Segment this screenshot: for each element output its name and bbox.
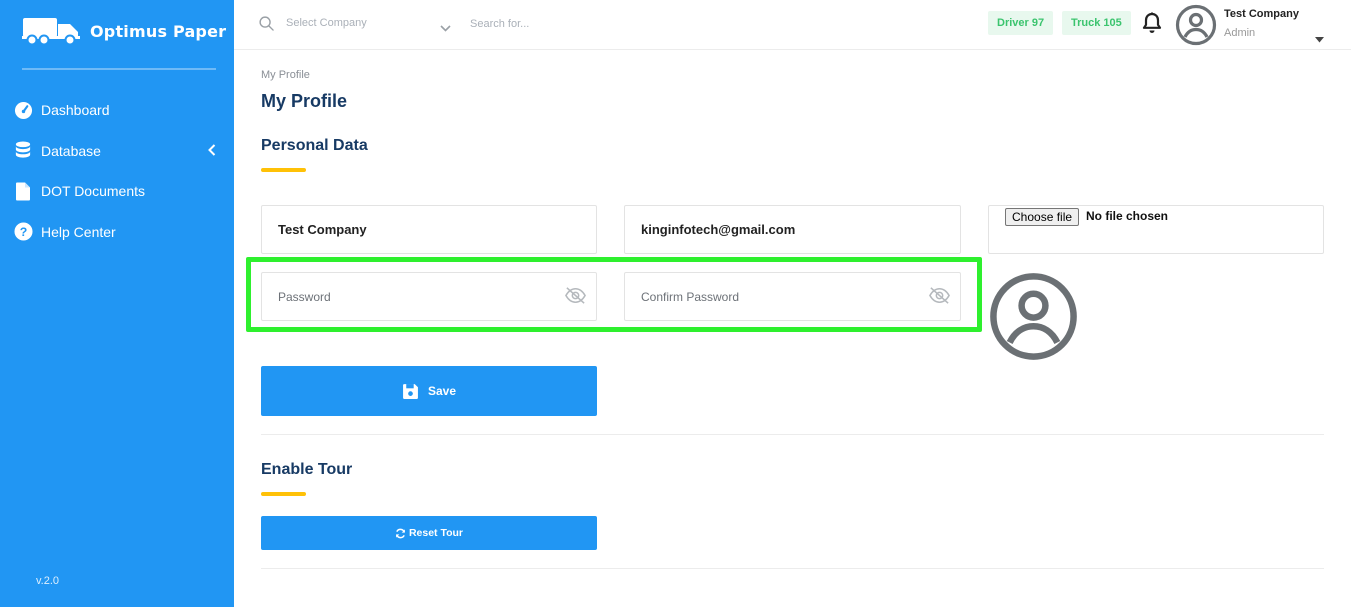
save-button-label: Save	[427, 384, 457, 398]
email-value: kinginfotech@gmail.com	[641, 222, 796, 237]
sidebar-item-database[interactable]: Database	[0, 131, 234, 172]
section-divider	[261, 568, 1324, 569]
eye-slash-icon[interactable]	[564, 286, 587, 307]
reset-tour-button[interactable]: Reset Tour	[261, 516, 597, 550]
sidebar-item-label: DOT Documents	[41, 183, 145, 200]
section-underline	[261, 492, 306, 496]
sidebar-nav: Dashboard Database DOT Documents ? Help …	[0, 90, 234, 252]
company-name-value: Test Company	[278, 222, 367, 237]
topbar: Select Company Driver 97 Truck 105 Test …	[234, 0, 1351, 50]
gauge-icon	[13, 100, 33, 120]
file-status: No file chosen	[1086, 209, 1169, 223]
app-name: Optimus Paper	[90, 21, 227, 41]
company-name-field[interactable]: Test Company	[261, 205, 597, 254]
company-select[interactable]: Select Company	[286, 17, 451, 29]
app-logo[interactable]: Optimus Paper	[22, 16, 226, 46]
driver-count-badge[interactable]: Driver 97	[988, 11, 1054, 35]
database-icon	[13, 141, 33, 161]
search-icon	[259, 16, 274, 36]
bell-icon[interactable]	[1142, 12, 1162, 39]
sidebar: Optimus Paper Dashboard Database DOT Doc…	[0, 0, 234, 607]
confirm-password-field	[624, 272, 961, 321]
profile-avatar-icon	[988, 271, 1079, 367]
floppy-disk-icon	[403, 383, 418, 399]
app-version: v.2.0	[36, 575, 60, 587]
sidebar-item-label: Database	[41, 142, 101, 159]
page-title: My Profile	[261, 91, 348, 111]
save-button[interactable]: Save	[261, 366, 597, 416]
user-name: Test Company	[1224, 8, 1299, 20]
chevron-down-icon[interactable]	[440, 19, 451, 37]
avatar[interactable]	[1175, 4, 1217, 51]
sidebar-item-label: Help Center	[41, 223, 116, 240]
password-input[interactable]	[278, 289, 580, 304]
eye-slash-icon[interactable]	[928, 286, 951, 307]
refresh-icon	[396, 528, 405, 538]
help-icon: ?	[13, 222, 33, 242]
document-icon	[13, 181, 33, 201]
confirm-password-input[interactable]	[641, 289, 944, 304]
main-content: My Profile My Profile Personal Data Test…	[234, 50, 1351, 607]
choose-file-button[interactable]: Choose file	[1005, 208, 1080, 226]
svg-text:?: ?	[19, 225, 27, 239]
section-underline	[261, 168, 306, 172]
search-input[interactable]	[470, 14, 700, 34]
reset-tour-label: Reset Tour	[408, 527, 464, 539]
section-divider	[261, 434, 1324, 435]
file-upload-field: Choose file No file chosen	[988, 205, 1324, 254]
truck-count-badge[interactable]: Truck 105	[1062, 11, 1131, 35]
company-select-placeholder: Select Company	[286, 17, 367, 29]
sidebar-item-help-center[interactable]: ? Help Center	[0, 212, 234, 253]
email-field[interactable]: kinginfotech@gmail.com	[624, 205, 961, 254]
password-field	[261, 272, 597, 321]
user-role: Admin	[1224, 27, 1256, 39]
sidebar-divider	[22, 68, 216, 70]
truck-logo-icon	[22, 18, 80, 46]
enable-tour-title: Enable Tour	[261, 461, 353, 478]
sidebar-item-dot-documents[interactable]: DOT Documents	[0, 171, 234, 212]
chevron-left-icon[interactable]	[208, 143, 216, 159]
personal-data-title: Personal Data	[261, 137, 368, 154]
breadcrumb: My Profile	[261, 69, 310, 81]
sidebar-item-label: Dashboard	[41, 102, 110, 119]
caret-down-icon[interactable]	[1315, 30, 1324, 48]
sidebar-item-dashboard[interactable]: Dashboard	[0, 90, 234, 131]
